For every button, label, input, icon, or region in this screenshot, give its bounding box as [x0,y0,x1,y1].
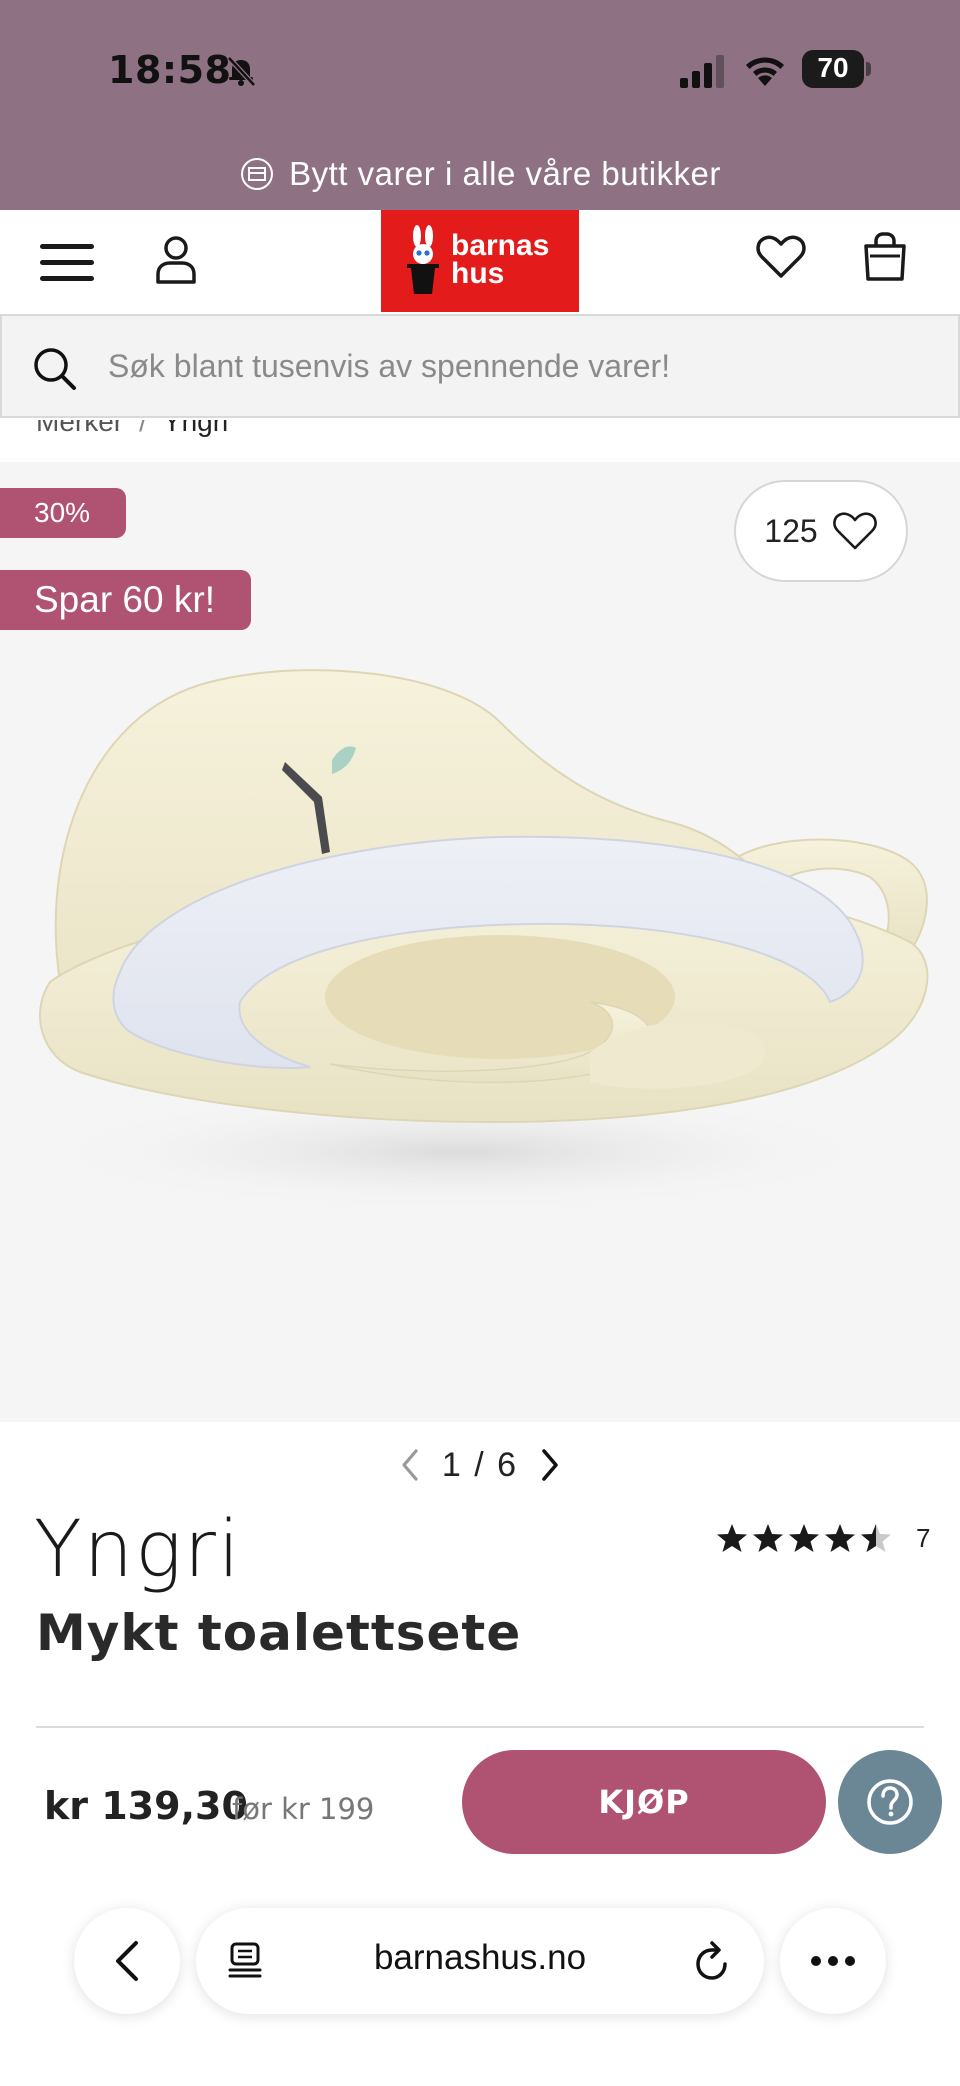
gallery-pager: 1 / 6 [0,1440,960,1490]
product-rating[interactable]: 7 [716,1522,930,1554]
chevron-left-icon [116,1941,138,1981]
wishlist-heart-icon[interactable] [756,234,806,280]
star-half-icon [861,1524,891,1552]
bell-off-icon [227,56,256,87]
bunny-hat-icon [407,225,439,294]
breadcrumb: Merker / Yngri [36,420,436,444]
buy-bar: kr 139,30 før kr 199 KJØP [0,1730,960,1870]
exchange-icon [241,158,274,190]
top-band: 18:58 70 Bytt varer i alle våre butikker [0,0,960,210]
search-icon [34,348,76,390]
chevron-left-icon[interactable] [398,1447,422,1483]
search-bar[interactable]: Søk blant tusenvis av spennende varer! [0,314,960,418]
question-mark-icon [867,1779,913,1825]
product-gallery[interactable]: 30% Spar 60 kr! 125 [0,462,960,1422]
logo-text: barnas hus [451,229,550,290]
breadcrumb-separator: / [139,420,147,437]
breadcrumb-current[interactable]: Yngri [163,420,228,437]
status-time: 18:58 [108,48,232,92]
battery-level: 70 [817,52,849,83]
star-full-icon [753,1524,783,1552]
product-title: Mykt toalettsete [36,1604,522,1662]
barnashus-logo[interactable]: barnas hus [381,210,579,312]
user-account-icon[interactable] [154,234,198,286]
wishlist-button[interactable]: 125 [734,480,908,582]
battery-icon: 70 [802,50,872,88]
browser-back-button[interactable] [74,1908,180,2014]
url-text: barnashus.no [373,1938,587,1977]
save-badge: Spar 60 kr! [0,570,251,630]
rating-count: 7 [916,1522,931,1553]
chevron-right-icon[interactable] [538,1447,562,1483]
ellipsis-icon [811,1956,855,1966]
previous-price: før kr 199 [232,1792,375,1826]
status-bar: 18:58 70 [0,0,960,140]
pager-text: 1 / 6 [441,1445,519,1484]
current-price: kr 139,30 [44,1784,248,1828]
brand-logo[interactable]: Yngri [34,1510,242,1590]
more-options-button[interactable] [780,1908,886,2014]
breadcrumb-item[interactable]: Merker [36,420,123,437]
star-full-icon [789,1524,819,1552]
divider [36,1726,924,1728]
shopping-bag-icon[interactable] [862,232,908,282]
star-full-icon [825,1524,855,1552]
browser-toolbar: barnashus.no [0,1870,960,2086]
buy-button[interactable]: KJØP [462,1750,826,1854]
address-bar[interactable]: barnashus.no [196,1908,764,2014]
wishlist-count: 125 [764,512,818,549]
product-image[interactable] [30,652,950,1232]
search-input[interactable]: Søk blant tusenvis av spennende varer! [108,348,670,385]
hamburger-menu-icon[interactable] [38,240,96,286]
site-header: barnas hus [0,210,960,314]
promo-text: Bytt varer i alle våre butikker [289,155,721,192]
help-button[interactable] [838,1750,942,1854]
wifi-icon [746,57,784,86]
logo-line-1: barnas [451,229,550,262]
promo-banner[interactable]: Bytt varer i alle våre butikker [0,148,960,200]
star-full-icon [717,1524,747,1552]
reload-icon[interactable] [692,1940,732,1982]
heart-icon [832,512,877,550]
cellular-signal-icon [680,55,724,88]
logo-line-2: hus [451,257,505,290]
discount-badge: 30% [0,488,127,538]
